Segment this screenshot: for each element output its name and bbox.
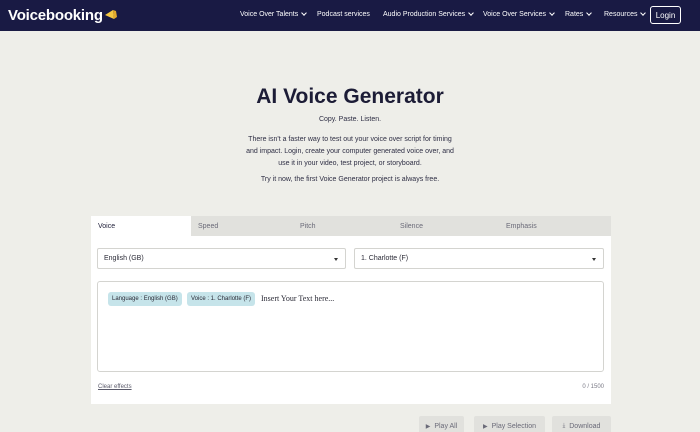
language-select[interactable]: English (GB)	[97, 248, 346, 269]
download-icon: ⤓	[562, 422, 566, 429]
nav-item-podcast-services[interactable]: Podcast services	[317, 11, 370, 18]
page-title: AI Voice Generator	[256, 85, 444, 108]
login-button[interactable]: Login	[650, 6, 681, 24]
language-select-value: English (GB)	[104, 255, 144, 262]
nav-item-label: Podcast services	[317, 11, 370, 18]
character-counter: 0 / 1500	[582, 384, 604, 390]
chevron-down-icon	[586, 10, 593, 16]
download-button[interactable]: ⤓ Download	[552, 416, 611, 432]
tab-silence[interactable]: Silence	[393, 216, 499, 236]
play-icon: ▶	[483, 423, 488, 430]
effects-tabs: Voice Speed Pitch Silence Emphasis	[91, 216, 611, 236]
chevron-down-icon	[468, 10, 474, 16]
page-description: There isn't a faster way to test out you…	[246, 136, 454, 167]
tab-emphasis[interactable]: Emphasis	[499, 216, 611, 236]
nav-item-label: Audio Production Services	[383, 11, 466, 18]
play-all-button[interactable]: ▶ Play All	[419, 416, 464, 432]
language-tag[interactable]: Language : English (GB)	[108, 292, 182, 306]
voice-select[interactable]: 1. Charlotte (F)	[354, 248, 604, 269]
megaphone-icon	[104, 9, 117, 19]
voice-select-value: 1. Charlotte (F)	[361, 255, 409, 262]
tab-pitch[interactable]: Pitch	[293, 216, 393, 236]
caret-down-icon	[592, 258, 596, 261]
caret-down-icon	[334, 258, 338, 261]
chevron-down-icon	[640, 10, 647, 16]
nav-item-voice-over-talents[interactable]: Voice Over Talents	[240, 10, 308, 18]
free-trial-text: Try it now, the first Voice Generator pr…	[260, 176, 440, 183]
voice-tag[interactable]: Voice : 1. Charlotte (F)	[187, 292, 256, 306]
page-subtitle: Copy. Paste. Listen.	[318, 116, 382, 123]
nav-item-rates[interactable]: Rates	[565, 10, 593, 18]
nav-item-audio-production-services[interactable]: Audio Production Services	[383, 10, 474, 18]
chevron-down-icon	[549, 10, 555, 16]
nav-item-label: Rates	[565, 11, 584, 18]
download-label: Download	[569, 422, 601, 430]
chevron-down-icon	[301, 10, 308, 16]
script-editor[interactable]: Language : English (GB) Voice : 1. Charl…	[97, 281, 604, 372]
nav-item-label: Voice Over Talents	[240, 11, 299, 18]
tab-voice[interactable]: Voice	[91, 216, 191, 236]
voice-generator-panel: Voice Speed Pitch Silence Emphasis Engli…	[91, 216, 611, 404]
nav-item-label: Voice Over Services	[483, 11, 547, 18]
play-icon: ▶	[425, 423, 431, 430]
play-all-label: Play All	[434, 422, 458, 430]
nav-item-resources[interactable]: Resources	[604, 10, 647, 18]
brand-logo[interactable]: Voicebooking	[8, 7, 118, 24]
play-selection-button[interactable]: ▶ Play Selection	[474, 416, 545, 432]
play-selection-label: Play Selection	[491, 422, 536, 430]
brand-name: Voicebooking	[8, 7, 103, 24]
editor-placeholder: Insert Your Text here...	[261, 294, 335, 303]
nav-item-voice-over-services[interactable]: Voice Over Services	[483, 10, 555, 18]
nav-item-label: Resources	[604, 11, 638, 18]
top-nav: Voicebooking Voice Over Talents Podcast …	[0, 0, 700, 31]
clear-effects-link[interactable]: Clear effects	[98, 384, 132, 390]
tab-speed[interactable]: Speed	[191, 216, 293, 236]
